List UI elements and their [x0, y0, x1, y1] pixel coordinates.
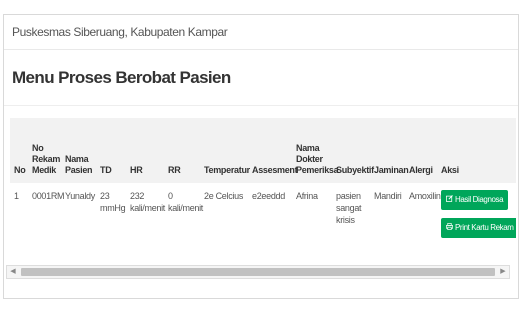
- cell-rr: 0 kali/menit: [164, 183, 204, 254]
- cell-nama-pasien: Yunaldy: [65, 191, 95, 201]
- col-header-aksi[interactable]: Aksi: [437, 118, 516, 183]
- col-header-subyektif[interactable]: Subyektif: [332, 118, 374, 183]
- col-header-temperatur[interactable]: Temperatur: [200, 118, 250, 183]
- page-title: Menu Proses Berobat Pasien: [12, 67, 231, 87]
- cell-subyektif: pasien sangat krisis: [332, 183, 370, 254]
- header-line: Pemeriksa: [296, 165, 339, 175]
- print-kartu-rekam-medik-button[interactable]: Print Kartu Rekam Medik: [441, 218, 516, 238]
- header-line: Pasien: [65, 165, 93, 175]
- col-header-rr[interactable]: RR: [164, 118, 200, 183]
- header-line: Rekam: [32, 154, 61, 164]
- cell-no-rekam-medik: 0001RM: [32, 191, 65, 201]
- cell-no: 1: [14, 191, 19, 201]
- col-header-td[interactable]: TD: [96, 118, 126, 183]
- breadcrumb-text: Puskesmas Siberuang, Kabupaten Kampar: [12, 25, 228, 39]
- cell-unit: kali/menit: [168, 203, 204, 213]
- cell-aksi: Hasil Diagnosa Print Kartu Rekam Medik: [437, 183, 516, 254]
- patient-table-container: No No Rekam Medik Nama Pasien TD HR RR T…: [10, 118, 516, 254]
- cell-temperatur: 2e Celcius: [204, 191, 244, 201]
- scrollbar-thumb[interactable]: [21, 268, 495, 276]
- cell-hr: 232 kali/menit: [126, 183, 166, 254]
- cell-unit: kali/menit: [130, 203, 166, 213]
- scroll-left-arrow-icon[interactable]: ◀: [7, 266, 19, 278]
- header-line: Medik: [32, 165, 57, 175]
- cell-value: 0: [168, 191, 173, 201]
- col-header-hr[interactable]: HR: [126, 118, 164, 183]
- col-header-no[interactable]: No: [10, 118, 28, 183]
- print-icon: [446, 218, 453, 238]
- cell-value: 232: [130, 191, 145, 201]
- table-header-row: No No Rekam Medik Nama Pasien TD HR RR T…: [10, 118, 516, 183]
- cell-dokter-pemeriksa: Afrina: [296, 191, 318, 201]
- page-title-bar: Menu Proses Berobat Pasien: [4, 50, 518, 106]
- header-line: Dokter: [296, 154, 323, 164]
- cell-jaminan: Mandiri: [374, 191, 402, 201]
- cell-line: pasien: [336, 191, 361, 201]
- col-header-dokter-pemeriksa[interactable]: Nama Dokter Pemeriksa: [292, 118, 339, 183]
- hasil-diagnosa-label: Hasil Diagnosa: [455, 195, 504, 204]
- table-row: 1 0001RM Yunaldy 23 mmHg 232 kali/menit …: [10, 183, 516, 254]
- header-line: Nama: [296, 143, 320, 153]
- col-header-jaminan[interactable]: Jaminan: [370, 118, 409, 183]
- cell-unit: mmHg: [100, 203, 126, 213]
- cell-value: 23: [100, 191, 110, 201]
- horizontal-scrollbar[interactable]: ◀ ▶: [6, 265, 510, 279]
- header-line: Nama: [65, 154, 89, 164]
- col-header-no-rekam-medik[interactable]: No Rekam Medik: [28, 118, 61, 183]
- col-header-alergi[interactable]: Alergi: [405, 118, 437, 183]
- cell-alergi: Amoxilin: [409, 191, 441, 201]
- cell-td: 23 mmHg: [96, 183, 126, 254]
- edit-icon: [446, 190, 453, 210]
- print-kartu-label: Print Kartu Rekam Medik: [455, 223, 516, 232]
- col-header-nama-pasien[interactable]: Nama Pasien: [61, 118, 96, 183]
- patient-process-table: No No Rekam Medik Nama Pasien TD HR RR T…: [10, 118, 516, 254]
- cell-line: krisis: [336, 215, 355, 225]
- header-line: No: [32, 143, 44, 153]
- cell-assesment: e2eeddd: [252, 191, 285, 201]
- hasil-diagnosa-button[interactable]: Hasil Diagnosa: [441, 190, 509, 210]
- col-header-assesment[interactable]: Assesment: [248, 118, 298, 183]
- cell-line: sangat: [336, 203, 362, 213]
- scroll-right-arrow-icon[interactable]: ▶: [497, 266, 509, 278]
- breadcrumb: Puskesmas Siberuang, Kabupaten Kampar: [4, 15, 518, 50]
